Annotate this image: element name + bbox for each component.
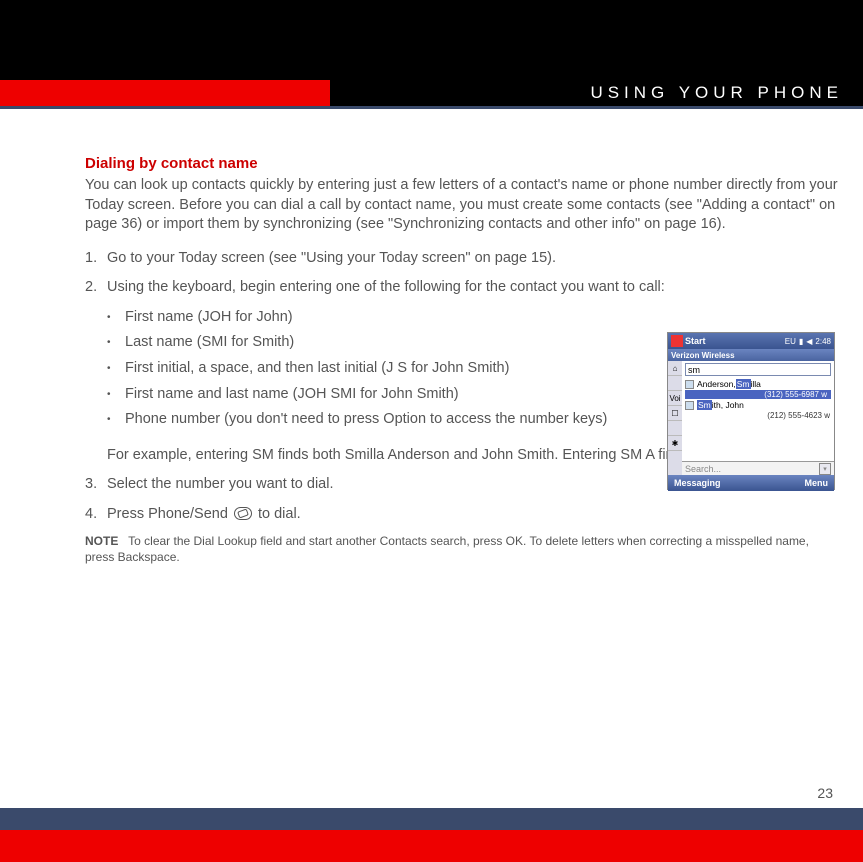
intro-paragraph: You can look up contacts quickly by ente… (85, 176, 840, 235)
step-number: 1. (85, 249, 107, 269)
step-text: Go to your Today screen (see "Using your… (107, 249, 840, 269)
rail-icon: ✱ (668, 436, 682, 451)
contact-name-pre: Anderson, (697, 379, 736, 389)
phone-screenshot: Start EU ▮ ◀ 2:48 Verizon Wireless ⌂ Voi… (667, 332, 835, 490)
softkey-left: Messaging (674, 478, 721, 488)
contact-name-match: Sm (736, 379, 751, 389)
rail-icon (668, 421, 682, 436)
status-tray: EU ▮ ◀ 2:48 (785, 337, 831, 346)
step-number: 3. (85, 475, 107, 495)
step-1: 1. Go to your Today screen (see "Using y… (85, 249, 840, 269)
rail-icon: ⌂ (668, 361, 682, 376)
bullet-text: Phone number (you don't need to press Op… (125, 410, 607, 430)
contact-name-post: ith, John (712, 400, 744, 410)
top-black-band (0, 0, 863, 80)
subsection-heading: Dialing by contact name (85, 155, 840, 172)
shot-softkeys: Messaging Menu (668, 475, 834, 491)
rail-voicemail: Voi (668, 391, 682, 406)
speaker-icon: ◀ (806, 337, 812, 346)
bullet-marker: • (107, 410, 125, 430)
step-2: 2. Using the keyboard, begin entering on… (85, 278, 830, 298)
bullet-marker: • (107, 359, 125, 379)
rail-icon (668, 376, 682, 391)
contact-name-post: illa (751, 379, 761, 389)
carrier-bar: Verizon Wireless (668, 349, 834, 361)
contact-card-icon (685, 401, 694, 410)
status-eu: EU (785, 337, 796, 346)
note-label: NOTE (85, 534, 118, 548)
clock: 2:48 (815, 337, 831, 346)
step-text: Using the keyboard, begin entering one o… (107, 278, 830, 298)
softkey-right: Menu (805, 478, 829, 488)
signal-icon: ▮ (799, 337, 803, 346)
step4-suffix: to dial. (258, 506, 301, 522)
bullet-text: Last name (SMI for Smith) (125, 333, 294, 353)
shot-left-rail: ⌂ Voi ☐ ✱ (668, 361, 682, 475)
bullet-text: First name and last name (JOH SMI for Jo… (125, 385, 459, 405)
contact-number: (212) 555-4623 w (682, 411, 834, 420)
contact-row: Anderson, Smilla (682, 378, 834, 390)
chevron-down-icon: ▾ (819, 463, 831, 475)
page-number: 23 (817, 785, 833, 801)
step-number: 2. (85, 278, 107, 298)
bullet-text: First initial, a space, and then last in… (125, 359, 509, 379)
bullet-marker: • (107, 333, 125, 353)
header-underline (0, 106, 863, 109)
note-paragraph: NOTE To clear the Dial Lookup field and … (85, 534, 840, 565)
contact-name-match: Sm (697, 400, 712, 410)
rail-icon: ☐ (668, 406, 682, 421)
bullet-text: First name (JOH for John) (125, 308, 293, 328)
step-number: 4. (85, 505, 107, 525)
step-text: Press Phone/Send to dial. (107, 505, 840, 525)
bottom-blue-strip (0, 808, 863, 830)
shot-titlebar: Start EU ▮ ◀ 2:48 (668, 333, 834, 349)
contact-number-selected: (312) 555-6987 w (685, 390, 831, 399)
phone-send-icon (234, 507, 252, 520)
bottom-red-band (0, 830, 863, 862)
windows-flag-icon (671, 335, 683, 347)
shot-search-bar: Search... ▾ (682, 461, 834, 475)
shot-body: ⌂ Voi ☐ ✱ sm Anderson, Smilla (312) 555-… (668, 361, 834, 475)
section-header: USING YOUR PHONE (330, 80, 863, 106)
section-header-title: USING YOUR PHONE (590, 83, 843, 103)
search-placeholder: Search... (685, 464, 721, 474)
contact-row: Smith, John (682, 399, 834, 411)
shot-search-input: sm (685, 363, 831, 376)
bullet-marker: • (107, 385, 125, 405)
step4-prefix: Press Phone/Send (107, 506, 232, 522)
contact-card-icon (685, 380, 694, 389)
step-4: 4. Press Phone/Send to dial. (85, 505, 840, 525)
note-body: To clear the Dial Lookup field and start… (85, 534, 809, 564)
shot-main: sm Anderson, Smilla (312) 555-6987 w Smi… (682, 361, 834, 475)
bullet-marker: • (107, 308, 125, 328)
start-label: Start (685, 336, 706, 346)
bullet-item: • First name (JOH for John) (107, 308, 830, 328)
